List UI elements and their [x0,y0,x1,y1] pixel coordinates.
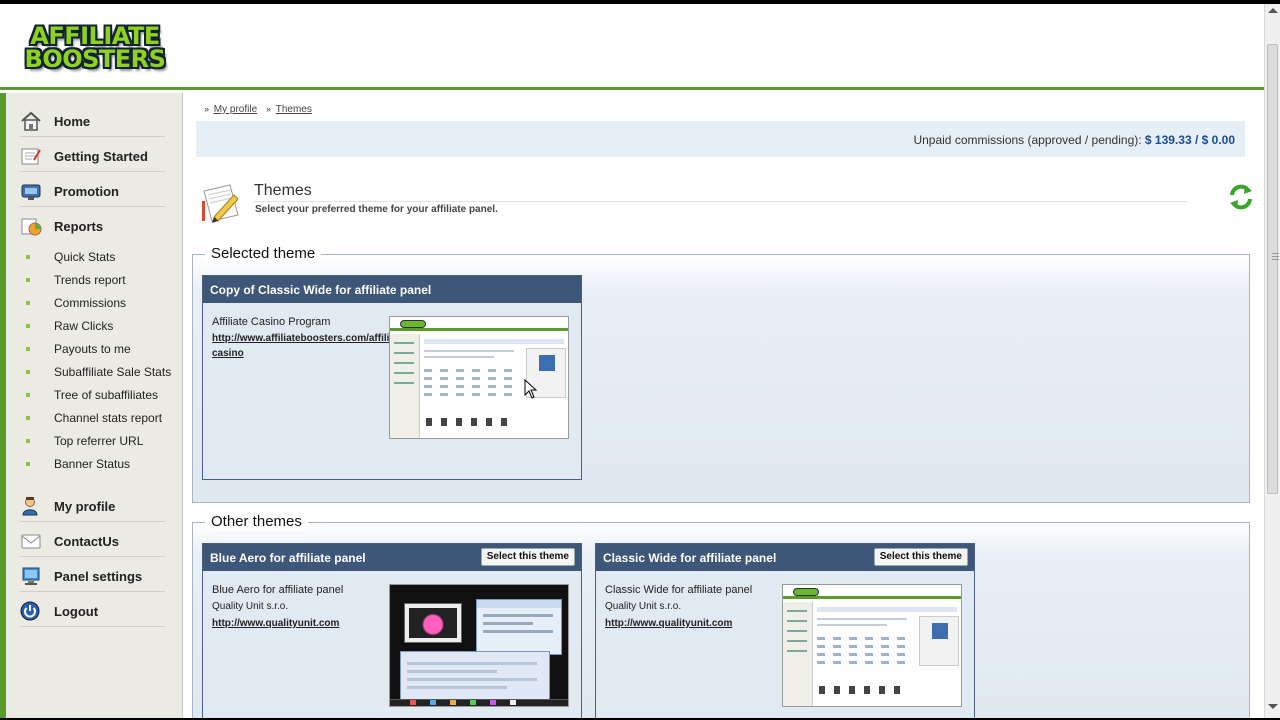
other-themes-heading: Other themes [205,513,308,530]
breadcrumb-my-profile[interactable]: My profile [214,104,257,115]
sidebar-subitem-label: Raw Clicks [54,319,114,333]
sidebar-subitem-label: Trends report [54,273,126,287]
bullet-icon [26,301,30,305]
sidebar-item-label: Reports [54,219,104,234]
selected-theme-section: Selected theme Copy of Classic Wide for … [192,245,1250,503]
main-content: » My profile » Themes Unpaid commissions… [184,93,1264,718]
theme-link[interactable]: http://www.qualityunit.com [212,618,339,629]
refresh-icon[interactable] [1228,183,1254,211]
browser-viewport: AFFILIATE BOOSTERS Home Getting Started [0,4,1264,718]
sidebar-item-label: Logout [54,604,99,619]
breadcrumb-separator: » [265,104,271,114]
commissions-value: $ 139.33 / $ 0.00 [1144,133,1235,147]
theme-link[interactable]: http://www.affiliateboosters.com/affilia… [212,333,407,359]
sidebar-item-contactus[interactable]: ContactUs [20,529,165,557]
sidebar-subitem-label: Channel stats report [54,411,163,425]
getting-started-icon [21,148,41,165]
power-icon [20,601,40,621]
scroll-down-arrow-icon[interactable] [1268,704,1278,709]
theme-author: Quality Unit s.r.o. [212,601,289,612]
bullet-icon [26,416,30,420]
bullet-icon [26,278,30,282]
logo-line-2: BOOSTERS [24,45,166,73]
bullet-icon [26,439,30,443]
page-title: Themes [254,182,312,199]
theme-link[interactable]: http://www.qualityunit.com [605,618,732,629]
vertical-scrollbar[interactable] [1264,4,1280,718]
themes-page-icon [202,184,239,223]
theme-card-blue-aero: Blue Aero for affiliate panel Select thi… [202,543,582,718]
affiliate-boosters-logo[interactable]: AFFILIATE BOOSTERS [18,22,172,74]
bullet-icon [26,370,30,374]
sidebar-item-panel-settings[interactable]: Panel settings [20,564,165,592]
theme-card-header: Blue Aero for affiliate panel Select thi… [203,544,581,571]
bullet-icon [26,324,30,328]
other-themes-section: Other themes Blue Aero for affiliate pan… [192,513,1250,718]
page-subtitle: Select your preferred theme for your aff… [255,204,498,215]
title-divider [254,201,1188,202]
page-header: AFFILIATE BOOSTERS [0,4,1264,90]
theme-name: Copy of Classic Wide for affiliate panel [210,283,432,297]
sidebar-item-promotion[interactable]: Promotion [20,179,165,207]
theme-link-line2: casino [212,348,244,359]
theme-description: Affiliate Casino Program [212,316,331,328]
scrollbar-thumb[interactable] [1267,44,1279,494]
mouse-cursor-icon [524,379,538,399]
promotion-icon [21,184,41,200]
sidebar-subitem-label: Banner Status [54,457,131,471]
sidebar-item-label: My profile [54,499,116,514]
theme-author: Quality Unit s.r.o. [605,601,682,612]
bullet-icon [26,255,30,259]
theme-link-line1: http://www.affiliateboosters.com/affilia… [212,333,408,344]
theme-name: Blue Aero for affiliate panel [210,551,366,565]
sidebar-subitem-label: Payouts to me [54,342,131,356]
sidebar-item-label: Panel settings [54,569,143,584]
home-icon [21,111,41,131]
selected-theme-heading: Selected theme [205,245,322,262]
bullet-icon [26,393,30,397]
sidebar-item-logout[interactable]: Logout [20,599,165,627]
sidebar-item-my-profile[interactable]: My profile [20,494,165,522]
theme-description: Classic Wide for affiliate panel [605,584,753,596]
page-heading: Themes Select your preferred theme for y… [200,181,1252,231]
sidebar-item-label: Getting Started [54,149,148,164]
bullet-icon [26,462,30,466]
sidebar-subitem-label: Subaffiliate Sale Stats [54,365,172,379]
user-icon [22,497,38,516]
reports-icon [21,218,42,236]
theme-preview-image [782,584,962,707]
theme-card-header: Copy of Classic Wide for affiliate panel [203,276,581,303]
commissions-label: Unpaid commissions (approved / pending): [913,133,1142,147]
sidebar-item-home[interactable]: Home [20,109,165,137]
theme-preview-image [389,316,569,439]
sidebar-item-reports[interactable]: Reports [20,214,165,242]
contact-icon [21,534,41,549]
select-theme-button[interactable]: Select this theme [873,548,968,566]
scroll-up-arrow-icon[interactable] [1268,8,1278,13]
selected-theme-card: Copy of Classic Wide for affiliate panel… [202,275,582,480]
sidebar-item-label: Home [54,114,91,129]
breadcrumb-separator: » [204,104,210,114]
theme-name: Classic Wide for affiliate panel [603,551,777,565]
sidebar-subitem-label: Tree of subaffiliates [54,388,159,402]
commissions-text: Unpaid commissions (approved / pending):… [913,133,1235,147]
monitor-icon [22,567,40,585]
breadcrumb-themes[interactable]: Themes [276,104,312,115]
sidebar-item-label: ContactUs [54,534,120,549]
sidebar-subitem-label: Commissions [54,296,127,310]
breadcrumb: » My profile » Themes [204,104,318,115]
bullet-icon [26,347,30,351]
theme-description: Blue Aero for affiliate panel [212,584,344,596]
theme-preview-image [389,584,569,707]
sidebar-subitem-label: Top referrer URL [54,434,144,448]
sidebar-subitem-label: Quick Stats [54,250,116,264]
sidebar: Home Getting Started Promotion Reports Q… [0,93,183,718]
sidebar-item-getting-started[interactable]: Getting Started [20,144,165,172]
commissions-bar: Unpaid commissions (approved / pending):… [196,121,1245,157]
sidebar-item-label: Promotion [54,184,119,199]
select-theme-button[interactable]: Select this theme [480,548,575,566]
theme-card-classic-wide: Classic Wide for affiliate panel Select … [595,543,975,718]
theme-card-header: Classic Wide for affiliate panel Select … [596,544,974,571]
